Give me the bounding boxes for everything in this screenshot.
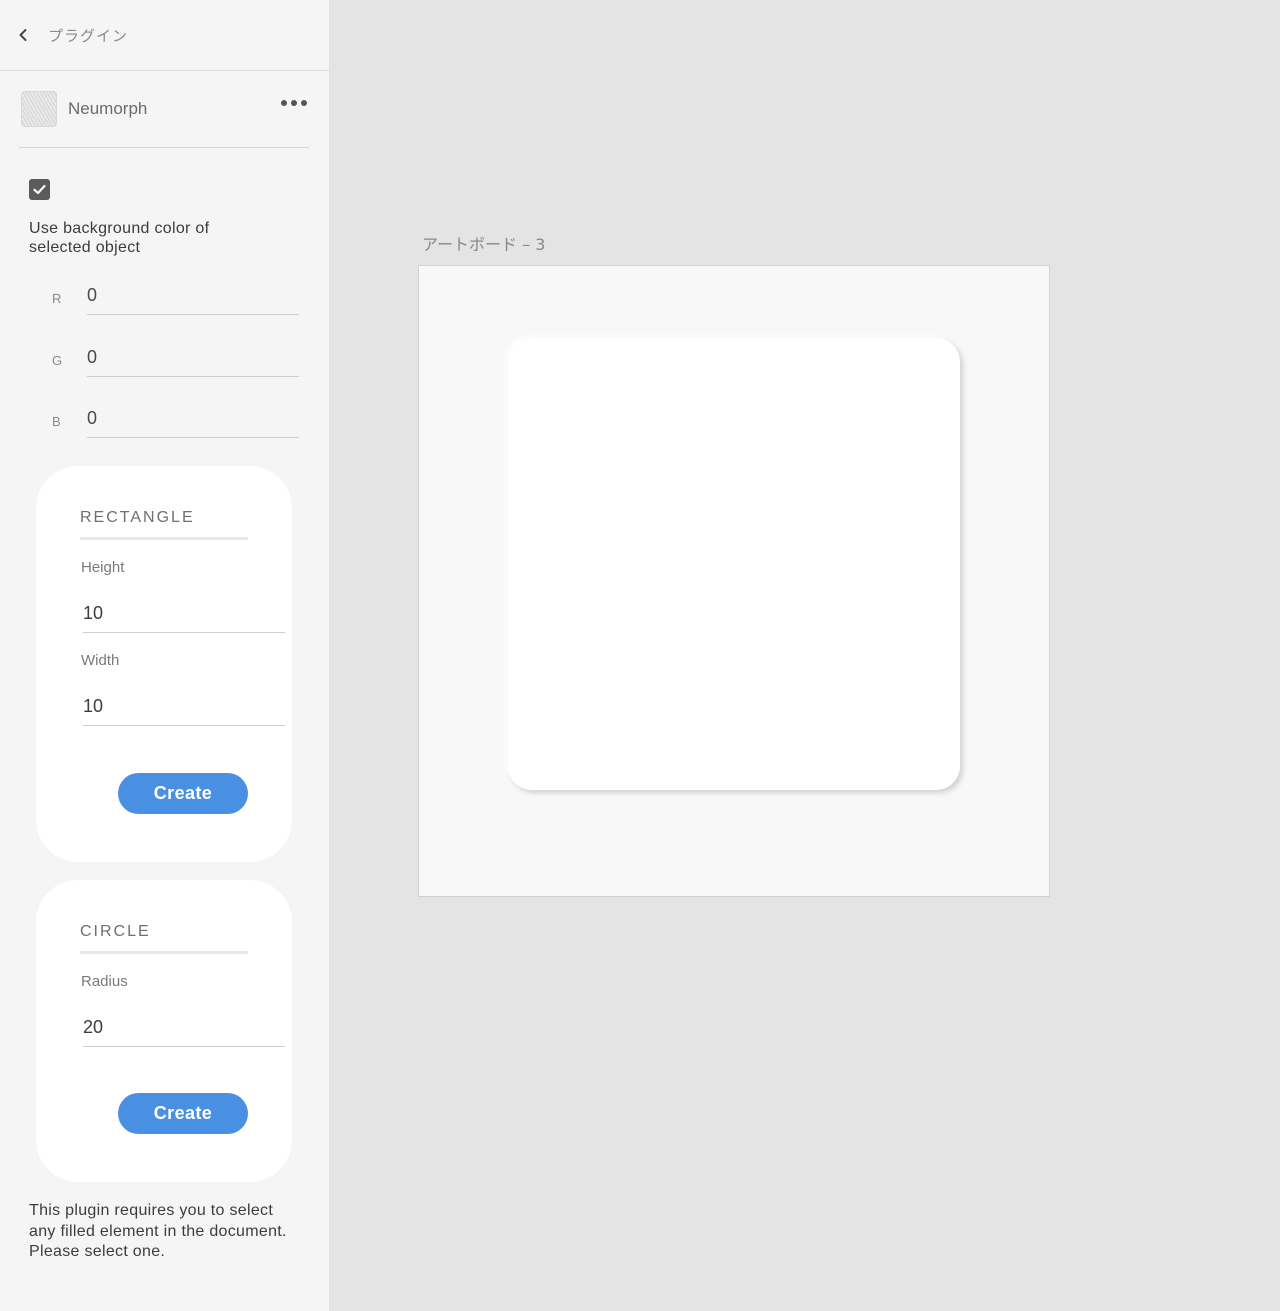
artboard[interactable] — [418, 265, 1050, 897]
rectangle-card: RECTANGLE Height 10 Width 10 Create — [36, 466, 292, 862]
create-rectangle-button[interactable]: Create — [118, 773, 248, 814]
use-bg-color-label: Use background color of selected object — [29, 220, 210, 256]
rgb-label-r: R — [52, 291, 62, 306]
rgb-input-g[interactable]: 0 — [87, 341, 299, 377]
panel-title: プラグイン — [48, 26, 129, 45]
rgb-row-g: G 0 — [0, 341, 330, 381]
create-circle-button[interactable]: Create — [118, 1093, 248, 1134]
rgb-row-b: B 0 — [0, 402, 330, 442]
rgb-input-r[interactable]: 0 — [87, 279, 299, 315]
rgb-row-r: R 0 — [0, 279, 330, 319]
plugin-name: Neumorph — [68, 99, 148, 118]
width-input[interactable]: 10 — [83, 692, 285, 726]
rgb-input-b[interactable]: 0 — [87, 402, 299, 438]
chevron-left-icon[interactable] — [16, 28, 30, 42]
use-bg-color-checkbox[interactable] — [29, 179, 50, 200]
rectangle-title-rule — [80, 537, 248, 540]
plugin-row: Neumorph — [19, 71, 309, 148]
circle-title: CIRCLE — [80, 923, 151, 940]
selection-required-message: This plugin requires you to select any f… — [29, 1202, 287, 1260]
rgb-label-b: B — [52, 414, 61, 429]
check-icon — [33, 184, 46, 195]
plugin-panel: プラグイン Neumorph Use background color of s… — [0, 0, 330, 1311]
circle-card: CIRCLE Radius 20 Create — [36, 880, 292, 1182]
rectangle-title: RECTANGLE — [80, 509, 195, 526]
radius-input[interactable]: 20 — [83, 1013, 285, 1047]
circle-title-rule — [80, 951, 248, 954]
rgb-label-g: G — [52, 353, 63, 368]
more-horizontal-icon[interactable] — [281, 100, 307, 106]
width-label: Width — [81, 652, 120, 669]
height-input[interactable]: 10 — [83, 599, 285, 633]
plugin-logo — [21, 91, 57, 127]
artboard-label[interactable]: アートボード – 3 — [422, 231, 545, 255]
height-label: Height — [81, 559, 125, 576]
panel-header: プラグイン — [0, 0, 329, 71]
neumorphic-rectangle[interactable] — [508, 338, 960, 790]
radius-label: Radius — [81, 973, 128, 990]
